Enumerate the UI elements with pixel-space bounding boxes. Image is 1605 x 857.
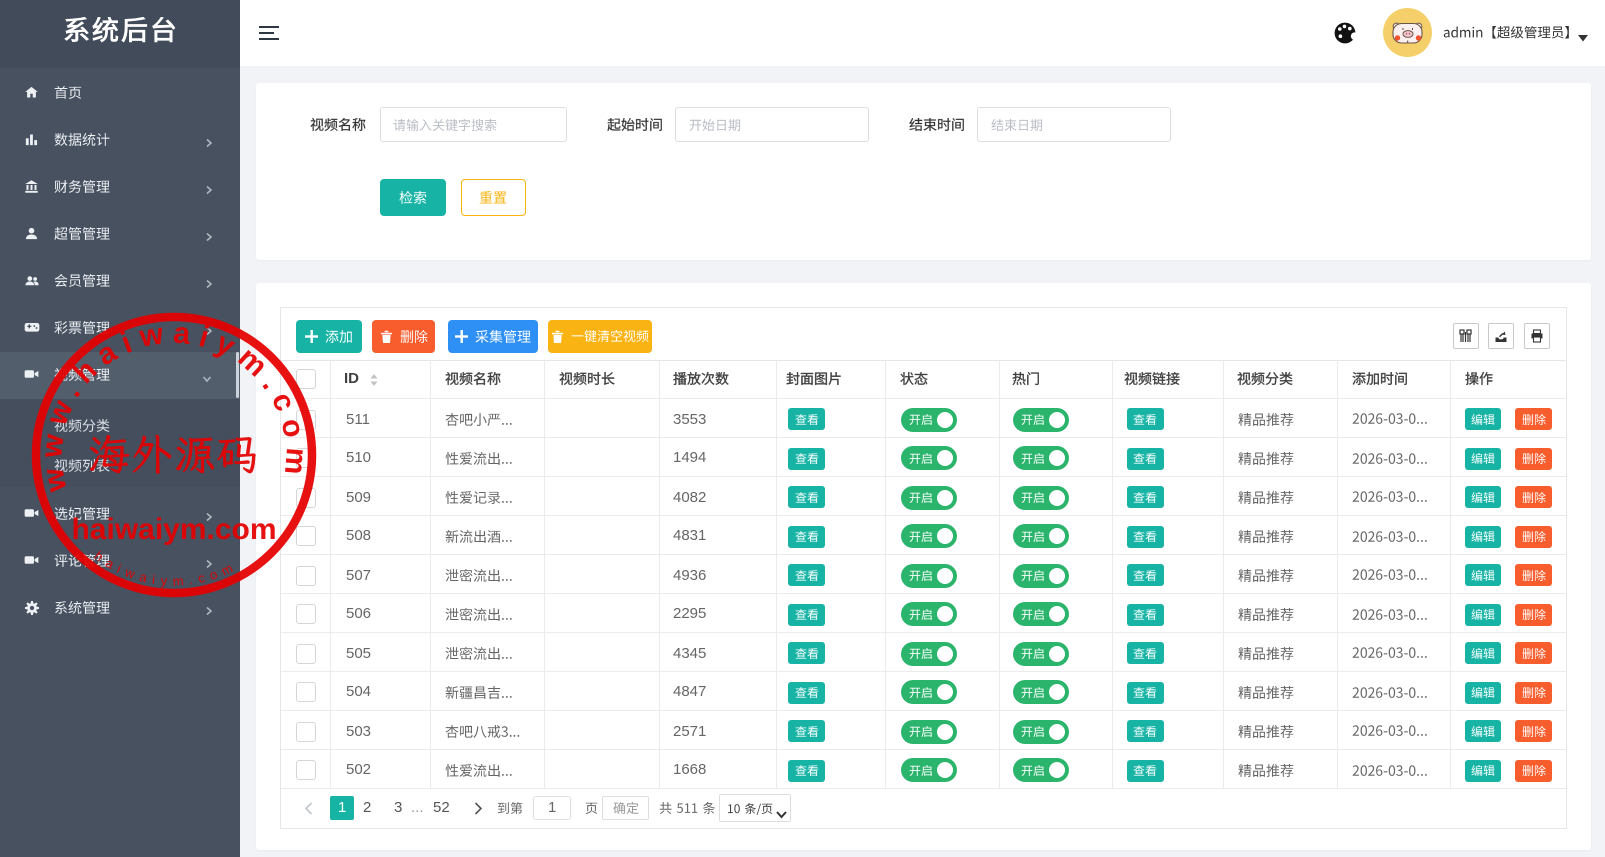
svg-text:haiwaiym.com: haiwaiym.com xyxy=(71,513,276,546)
